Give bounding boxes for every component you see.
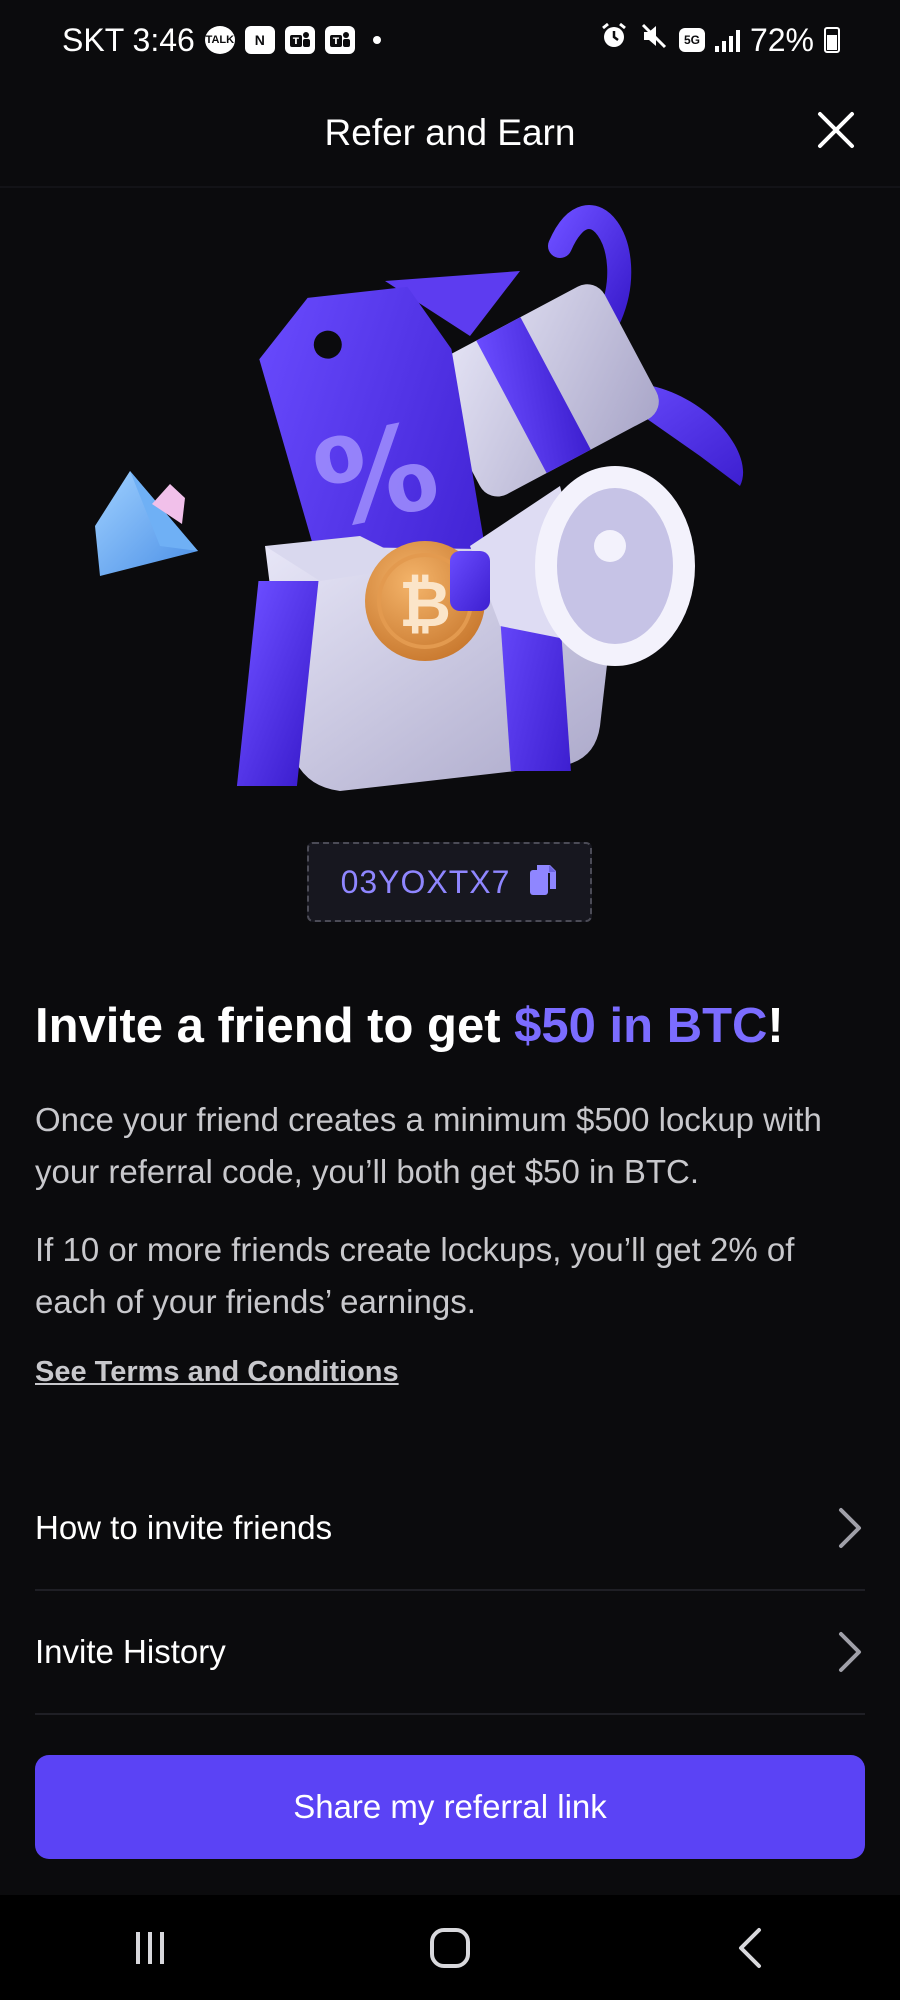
- signal-icon: [714, 28, 740, 52]
- headline: Invite a friend to get $50 in BTC!: [35, 996, 875, 1056]
- talk-icon: TALK: [204, 26, 235, 54]
- referral-code: 03YOXTX7: [340, 863, 511, 900]
- headline-suffix: !: [767, 999, 784, 1053]
- description-paragraph-1: Once your friend creates a minimum $500 …: [35, 1101, 822, 1190]
- back-icon: [739, 1927, 761, 1968]
- carrier-time: SKT 3:46: [62, 21, 195, 58]
- app-header: Refer and Earn: [0, 80, 900, 188]
- recents-icon: [136, 1931, 164, 1964]
- back-button[interactable]: [690, 1908, 810, 1988]
- battery-icon: [824, 27, 840, 53]
- list-item-invite-history[interactable]: Invite History: [35, 1591, 865, 1715]
- naver-icon: N: [244, 26, 275, 54]
- teams-icon: T: [324, 26, 355, 54]
- status-bar-right: 5G 72%: [599, 21, 840, 59]
- terms-link[interactable]: See Terms and Conditions: [35, 1356, 399, 1389]
- recents-button[interactable]: [90, 1908, 210, 1988]
- share-referral-link-button[interactable]: Share my referral link: [35, 1755, 865, 1859]
- page-title: Refer and Earn: [324, 112, 576, 153]
- close-button[interactable]: [806, 100, 866, 160]
- referral-code-chip[interactable]: 03YOXTX7: [307, 842, 592, 922]
- alarm-icon: [599, 21, 629, 59]
- close-icon: [818, 112, 854, 148]
- list-item-how-to-invite[interactable]: How to invite friends: [35, 1467, 865, 1591]
- more-notifications-dot: [372, 36, 381, 44]
- list-item-label: Invite History: [35, 1633, 226, 1670]
- teams-icon: T: [284, 26, 315, 54]
- copy-icon: [528, 863, 558, 902]
- headline-prefix: Invite a friend to get: [35, 999, 515, 1053]
- svg-text:T: T: [333, 37, 340, 47]
- battery-percent: 72%: [749, 21, 814, 58]
- gift-box-illustration: % ₿: [0, 186, 900, 826]
- network-5g-icon: 5G: [678, 28, 705, 52]
- chevron-right-icon: [839, 1632, 861, 1672]
- chevron-right-icon: [839, 1508, 861, 1548]
- headline-accent: $50 in BTC: [514, 999, 768, 1053]
- description-paragraph-2: If 10 or more friends create lockups, yo…: [35, 1231, 795, 1320]
- svg-text:₿: ₿: [399, 568, 451, 642]
- svg-text:T: T: [293, 37, 300, 47]
- mute-icon: [639, 21, 669, 59]
- status-bar-left: SKT 3:46 TALK N T T: [62, 22, 381, 59]
- status-bar: SKT 3:46 TALK N T T 5G 72%: [0, 0, 900, 80]
- system-nav-bar: [0, 1895, 900, 2000]
- home-button[interactable]: [390, 1908, 510, 1988]
- list-item-label: How to invite friends: [35, 1509, 333, 1546]
- home-icon: [430, 1927, 470, 1968]
